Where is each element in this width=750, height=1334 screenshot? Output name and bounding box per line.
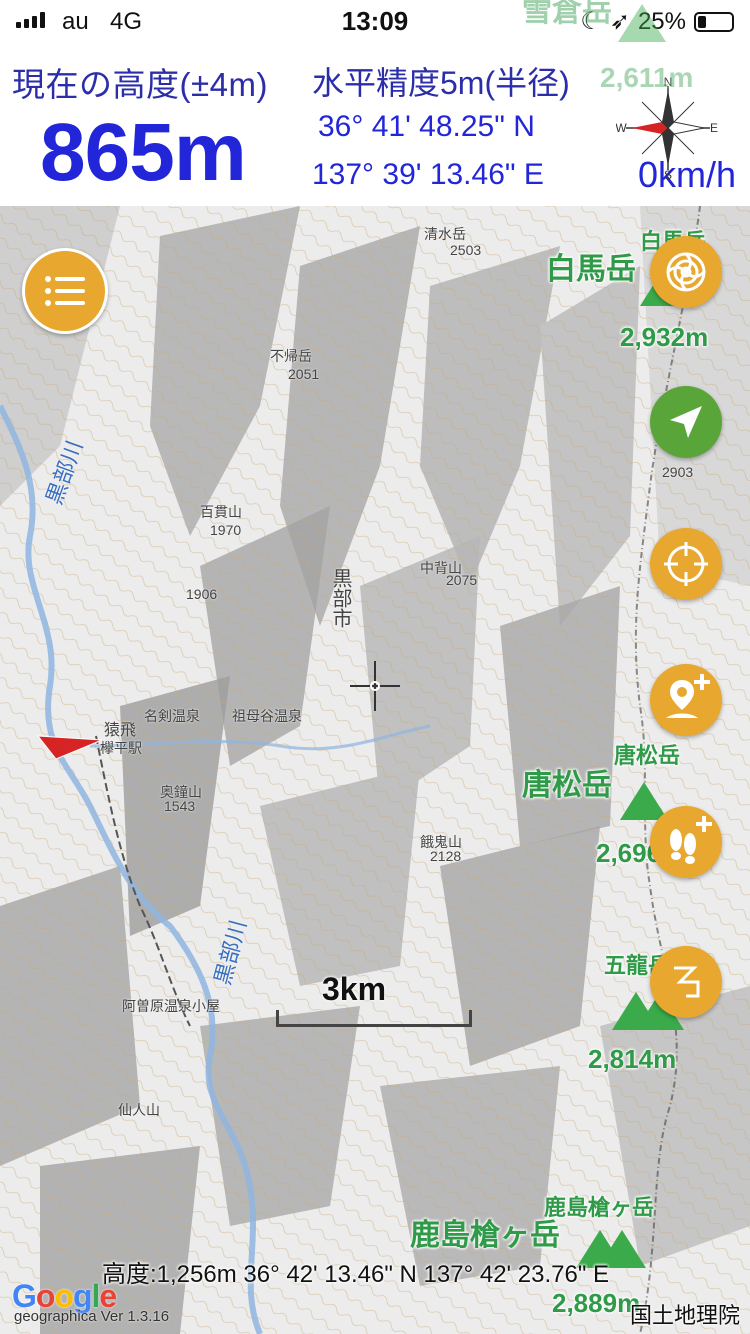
peak-label-top[interactable]: 雪倉岳	[522, 0, 612, 30]
longitude-value: 137° 39' 13.46" E	[312, 158, 544, 191]
peak-elevation: 2,814m	[588, 1044, 677, 1074]
map-label: 欅平駅	[100, 740, 142, 756]
map-terrain	[0, 206, 750, 1334]
scale-bar: 3km	[276, 971, 472, 1027]
my-location-button[interactable]	[650, 386, 722, 458]
add-pin-icon	[666, 674, 710, 718]
map-label: 清水岳	[424, 226, 466, 242]
menu-icon	[45, 276, 85, 306]
target-button[interactable]	[650, 528, 722, 600]
map-label: 2075	[446, 572, 478, 588]
peak-elevation: 2,889m	[552, 1288, 641, 1318]
compass-s: S	[664, 168, 672, 180]
cursor-info: 高度:1,256m 36° 42' 13.46" N 137° 42' 23.7…	[102, 1261, 610, 1288]
peak-small-label: 唐松岳	[614, 743, 681, 768]
altitude-label: 現在の高度(±4m)	[12, 66, 268, 103]
add-track-button[interactable]	[650, 806, 722, 878]
map-label: 百貫山	[200, 504, 242, 520]
map-label: 2503	[450, 242, 482, 258]
map-label: 1543	[164, 798, 196, 814]
compass-w: W	[616, 121, 627, 135]
scale-line	[276, 1010, 472, 1027]
add-footprints-icon	[670, 816, 712, 864]
peak-label[interactable]: 白馬岳	[546, 244, 636, 288]
map-label: 2128	[430, 848, 462, 864]
accuracy-label: 水平精度5m(半径)	[312, 65, 570, 101]
map-label: 不帰岳	[270, 348, 312, 364]
altitude-value: 865m	[40, 107, 247, 198]
layers-button[interactable]	[650, 236, 722, 308]
layers-icon	[666, 252, 706, 292]
battery-icon	[694, 11, 734, 32]
map-attribution: 国土地理院	[629, 1303, 740, 1328]
map-label-city: 黒部市	[329, 568, 351, 628]
scale-label: 3km	[321, 971, 387, 1007]
map-label: 仙人山	[118, 1102, 160, 1118]
map-label: 1906	[186, 586, 218, 602]
target-icon	[664, 542, 708, 586]
peak-label[interactable]: 唐松岳	[522, 760, 612, 804]
add-pin-button[interactable]	[650, 664, 722, 736]
map-label: 猿飛	[104, 722, 137, 739]
location-arrow-icon	[670, 406, 702, 438]
compass-e: E	[710, 121, 718, 135]
map-label: 阿曽原温泉小屋	[122, 998, 220, 1014]
map-label: 名剣温泉	[144, 708, 200, 724]
map-label: 2903	[662, 464, 694, 480]
map-label: 祖母谷温泉	[232, 708, 302, 724]
map-label: 2051	[288, 366, 320, 382]
peak-label[interactable]: 鹿島槍ヶ岳	[410, 1210, 560, 1254]
topo-map[interactable]: 清水岳 2503 不帰岳 2051 百貫山 1970 1906 中背山 2075…	[0, 206, 750, 1334]
peak-elevation-top: 2,611m	[600, 62, 694, 93]
menu-button[interactable]	[22, 248, 108, 334]
peak-triangle-top	[618, 4, 666, 42]
app-version: geographica Ver 1.3.16	[14, 1308, 170, 1325]
peak-elevation: 2,932m	[620, 322, 709, 352]
map-label: 1970	[210, 522, 242, 538]
route-button[interactable]	[650, 946, 722, 1018]
latitude-value: 36° 41' 48.25" N	[318, 110, 535, 143]
peak-small-label: 鹿島槍ヶ岳	[544, 1195, 655, 1220]
route-icon	[674, 966, 700, 998]
